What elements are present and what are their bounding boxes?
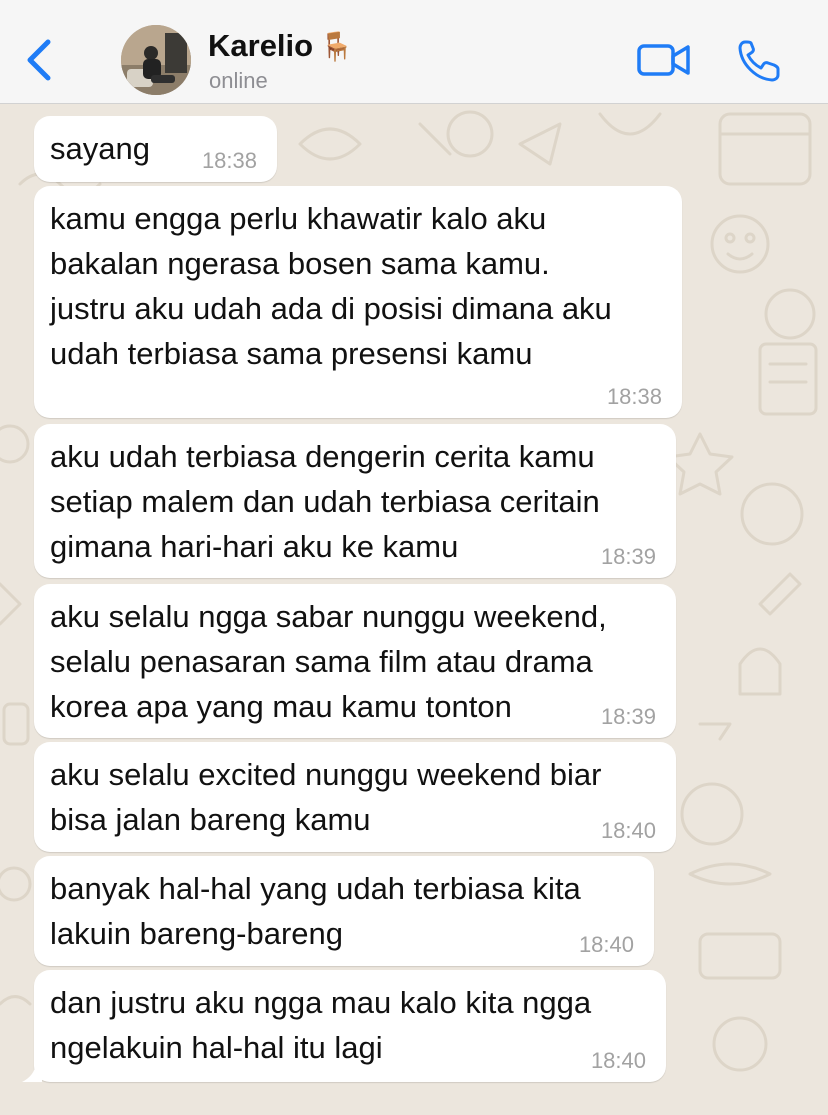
message-text: kamu engga perlu khawatir kalo aku bakal… [50, 201, 612, 371]
message-bubble[interactable]: aku selalu excited nunggu weekend biar b… [34, 742, 676, 852]
avatar[interactable] [121, 25, 191, 95]
chair-emoji: 🪑 [319, 30, 354, 62]
message-timestamp: 18:38 [606, 384, 662, 409]
message-timestamp: 18:38 [201, 148, 257, 173]
message-timestamp: 18:40 [578, 932, 634, 957]
message-text: aku selalu ngga sabar nunggu weekend, se… [50, 599, 607, 724]
message-timestamp: 18:39 [600, 544, 656, 569]
message-bubble[interactable]: dan justru aku ngga mau kalo kita ngga n… [22, 970, 666, 1082]
message-timestamp: 18:40 [590, 1048, 646, 1073]
message-bubble[interactable]: kamu engga perlu khawatir kalo aku bakal… [34, 186, 682, 418]
message-text: banyak hal-hal yang udah terbiasa kita l… [50, 871, 581, 951]
message-bubble[interactable]: aku selalu ngga sabar nunggu weekend, se… [34, 584, 676, 738]
contact-name-text: Karelio [208, 28, 314, 63]
bubble-tail [22, 1064, 42, 1082]
chat-header: Karelio 🪑 online [0, 0, 828, 104]
message-bubble[interactable]: sayang 18:38 [34, 116, 277, 182]
chat-area[interactable]: sayang 18:38 kamu engga perlu khawatir kal… [0, 104, 828, 1115]
video-camera-icon[interactable] [636, 40, 692, 80]
contact-status: online [209, 68, 268, 93]
message-bubble[interactable]: banyak hal-hal yang udah terbiasa kita l… [34, 856, 654, 966]
message-text: aku selalu excited nunggu weekend biar b… [50, 757, 602, 837]
message-timestamp: 18:39 [600, 704, 656, 729]
phone-icon[interactable] [736, 38, 782, 84]
message-bubble[interactable]: aku udah terbiasa dengerin cerita kamu s… [34, 424, 676, 578]
chevron-left-icon[interactable] [20, 36, 60, 84]
message-text: dan justru aku ngga mau kalo kita ngga n… [50, 985, 592, 1065]
message-timestamp: 18:40 [600, 818, 656, 843]
contact-name[interactable]: Karelio 🪑 [208, 28, 354, 64]
message-text: aku udah terbiasa dengerin cerita kamu s… [50, 439, 600, 564]
